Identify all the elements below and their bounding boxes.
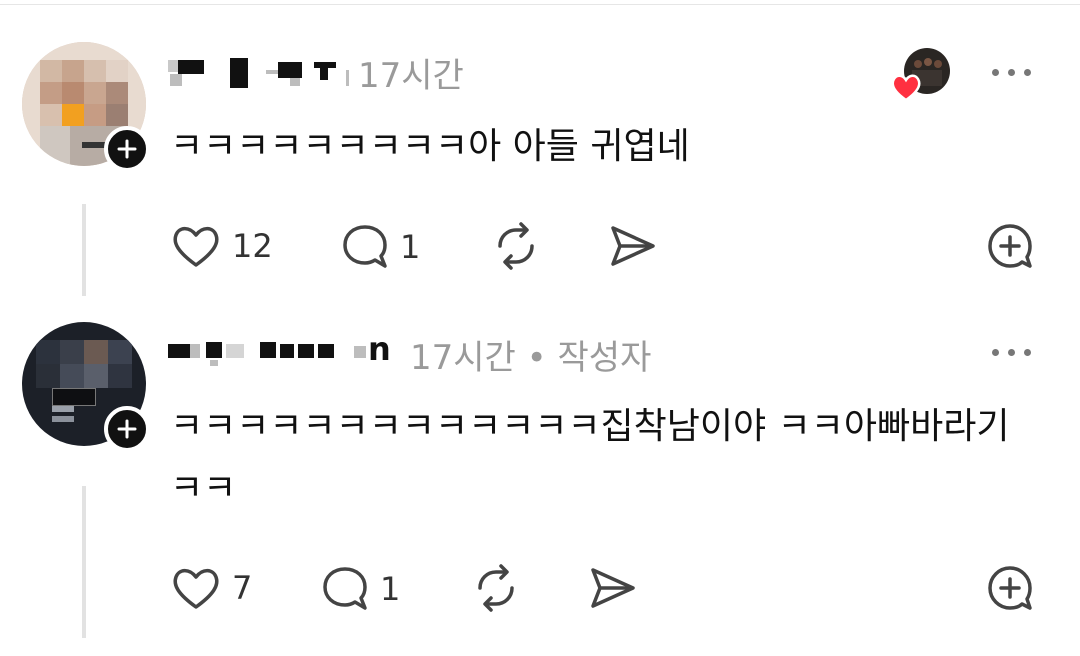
speech-bubble-icon: [323, 567, 367, 610]
post-text-line: ㅋㅋㅋㅋㅋㅋㅋㅋㅋ아 아들 귀엽네: [170, 126, 690, 167]
follow-button[interactable]: [104, 406, 150, 452]
plus-circle-icon: [988, 224, 1032, 268]
send-arrow-icon: [611, 226, 655, 266]
follow-button[interactable]: [104, 126, 150, 172]
like-button[interactable]: 7: [170, 564, 252, 612]
plus-circle-icon: [988, 566, 1032, 610]
reply-post: n 17시간 • 작성자 ㅋㅋㅋㅋㅋㅋㅋㅋㅋㅋㅋㅋㅋ집착남이야 ㅋㅋ아빠바라기 …: [0, 300, 1080, 656]
username-suffix: n: [368, 330, 391, 368]
username-redacted[interactable]: n: [168, 330, 408, 374]
share-button[interactable]: [608, 222, 658, 270]
send-arrow-icon: [591, 568, 635, 608]
thread-line: [82, 486, 86, 638]
post-text: ㅋㅋㅋㅋㅋㅋㅋㅋㅋ아 아들 귀엽네: [170, 116, 690, 178]
thread-line: [82, 204, 86, 296]
heart-outline-icon: [173, 226, 219, 267]
more-options-button[interactable]: [992, 66, 1032, 78]
heart-outline-icon: [173, 568, 219, 609]
post-meta: 17시간 • 작성자: [410, 330, 651, 379]
post-text: ㅋㅋㅋㅋㅋㅋㅋㅋㅋㅋㅋㅋㅋ집착남이야 ㅋㅋ아빠바라기 ㅋㅋ: [170, 396, 1009, 520]
heart-filled-icon: [891, 74, 921, 102]
share-button[interactable]: [588, 564, 638, 612]
plus-icon: [117, 419, 137, 439]
repost-button[interactable]: [470, 562, 522, 614]
repost-button[interactable]: [490, 220, 542, 272]
post-time: 17시간: [410, 338, 516, 378]
reply-button[interactable]: 1: [320, 564, 400, 614]
post-time: 17시간: [358, 56, 464, 96]
plus-icon: [117, 139, 137, 159]
reply-button[interactable]: 1: [340, 222, 420, 272]
like-count: 12: [232, 227, 273, 265]
reply-count: 1: [380, 570, 401, 608]
more-options-button[interactable]: [992, 346, 1032, 358]
add-button[interactable]: [986, 222, 1034, 270]
reply-count: 1: [400, 228, 421, 266]
post-text-line: ㅋㅋ: [170, 468, 237, 509]
reply-post: 17시간 ㅋㅋㅋㅋㅋㅋㅋㅋㅋ아 아들 귀엽네 12 1: [0, 0, 1080, 300]
speech-bubble-icon: [343, 225, 387, 268]
like-count: 7: [232, 569, 253, 607]
username-redacted[interactable]: [168, 52, 349, 92]
author-badge: • 작성자: [526, 338, 652, 378]
like-button[interactable]: 12: [170, 222, 273, 270]
repost-arrows-icon: [498, 222, 534, 270]
post-text-line: ㅋㅋㅋㅋㅋㅋㅋㅋㅋㅋㅋㅋㅋ집착남이야 ㅋㅋ아빠바라기: [170, 406, 1010, 447]
repost-arrows-icon: [478, 564, 514, 612]
add-button[interactable]: [986, 564, 1034, 612]
